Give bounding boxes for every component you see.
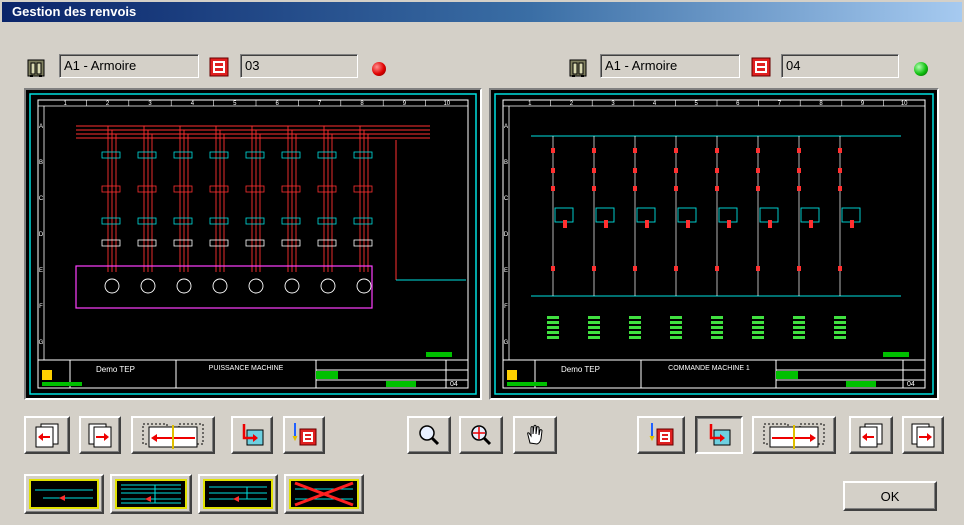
- left-folio-field[interactable]: 03: [240, 54, 358, 78]
- title-block: Demo TEP COMMANDE MACHINE 1 04: [503, 352, 925, 388]
- previous-folio-button[interactable]: [849, 416, 893, 454]
- delete-links-icon: [289, 479, 359, 509]
- title-block: Demo TEP PUISSANCE MACHINE 04: [38, 352, 468, 388]
- ok-button[interactable]: OK: [843, 481, 937, 511]
- cabinet-icon: [568, 58, 588, 81]
- multi-link-button[interactable]: [110, 474, 192, 514]
- right-status-led: [914, 62, 928, 76]
- cross-reference-button[interactable]: [637, 416, 685, 454]
- link-reference-icon: [709, 424, 731, 446]
- cross-reference-icon: [292, 423, 317, 446]
- left-cabinet-field[interactable]: A1 - Armoire: [59, 54, 199, 78]
- single-link-button[interactable]: [24, 474, 104, 514]
- grid-row-label: G: [39, 340, 44, 346]
- compare-folios-icon: [763, 423, 825, 449]
- magnifier-icon: [419, 425, 440, 446]
- compare-folios-button[interactable]: [752, 416, 836, 454]
- previous-folio-icon: [35, 423, 59, 448]
- zoom-target-button[interactable]: [459, 416, 503, 454]
- grid-row-label: D: [504, 232, 509, 238]
- grid-row-label: A: [504, 124, 508, 130]
- zoom-target-icon: [471, 425, 492, 446]
- grid-row-label: D: [39, 232, 44, 238]
- title-block-page: 04: [450, 381, 458, 388]
- link-reference-button[interactable]: [231, 416, 273, 454]
- title-block-client: Demo TEP: [561, 365, 600, 374]
- link-ends-button[interactable]: [198, 474, 278, 514]
- compare-folios-icon: [142, 423, 204, 449]
- grid-column-label: 10: [901, 101, 908, 107]
- window-title: Gestion des renvois: [2, 2, 962, 22]
- delete-links-button[interactable]: [284, 474, 364, 514]
- grid-row-label: E: [504, 268, 508, 274]
- grid-row-label: E: [39, 268, 43, 274]
- hand-icon: [527, 424, 543, 445]
- compare-folios-button[interactable]: [131, 416, 215, 454]
- grid-row-label: F: [504, 304, 508, 310]
- grid-row-label: B: [39, 160, 43, 166]
- cross-reference-button[interactable]: [283, 416, 325, 454]
- pan-hand-button[interactable]: [513, 416, 557, 454]
- link-reference-icon: [242, 424, 264, 446]
- grid-column-label: 10: [443, 101, 450, 107]
- title-block-title: PUISSANCE MACHINE: [209, 365, 284, 372]
- folio-icon: [750, 56, 772, 81]
- multi-link-icon: [115, 479, 187, 509]
- grid-row-label: A: [39, 124, 43, 130]
- link-ends-icon: [203, 479, 273, 509]
- left-status-led: [372, 62, 386, 76]
- cabinet-icon: [26, 58, 46, 81]
- right-cabinet-field[interactable]: A1 - Armoire: [600, 54, 740, 78]
- left-schematic-preview[interactable]: 1 2 3 4 5 6 7 8 9 10 ABCDEFG Demo TEP PUISSANCE M…: [24, 88, 482, 400]
- previous-folio-button[interactable]: [24, 416, 70, 454]
- cross-reference-icon: [649, 423, 674, 446]
- title-block-page: 04: [907, 381, 915, 388]
- zoom-button[interactable]: [407, 416, 451, 454]
- next-folio-button[interactable]: [902, 416, 944, 454]
- single-link-icon: [29, 479, 99, 509]
- title-block-client: Demo TEP: [96, 365, 135, 374]
- next-folio-icon: [911, 423, 935, 448]
- next-folio-button[interactable]: [79, 416, 121, 454]
- link-reference-button[interactable]: [695, 416, 743, 454]
- right-schematic-preview[interactable]: 1 2 3 4 5 6 7 8 9 10 ABCDEFG Demo TEP COMMANDE MA…: [489, 88, 939, 400]
- folio-icon: [208, 56, 230, 81]
- right-folio-field[interactable]: 04: [781, 54, 899, 78]
- grid-row-label: C: [39, 196, 44, 202]
- grid-row-label: F: [39, 304, 43, 310]
- title-block-title: COMMANDE MACHINE 1: [668, 365, 750, 372]
- grid-row-label: G: [504, 340, 509, 346]
- grid-row-label: B: [504, 160, 508, 166]
- grid-row-label: C: [504, 196, 509, 202]
- previous-folio-icon: [859, 423, 883, 448]
- next-folio-icon: [88, 423, 112, 448]
